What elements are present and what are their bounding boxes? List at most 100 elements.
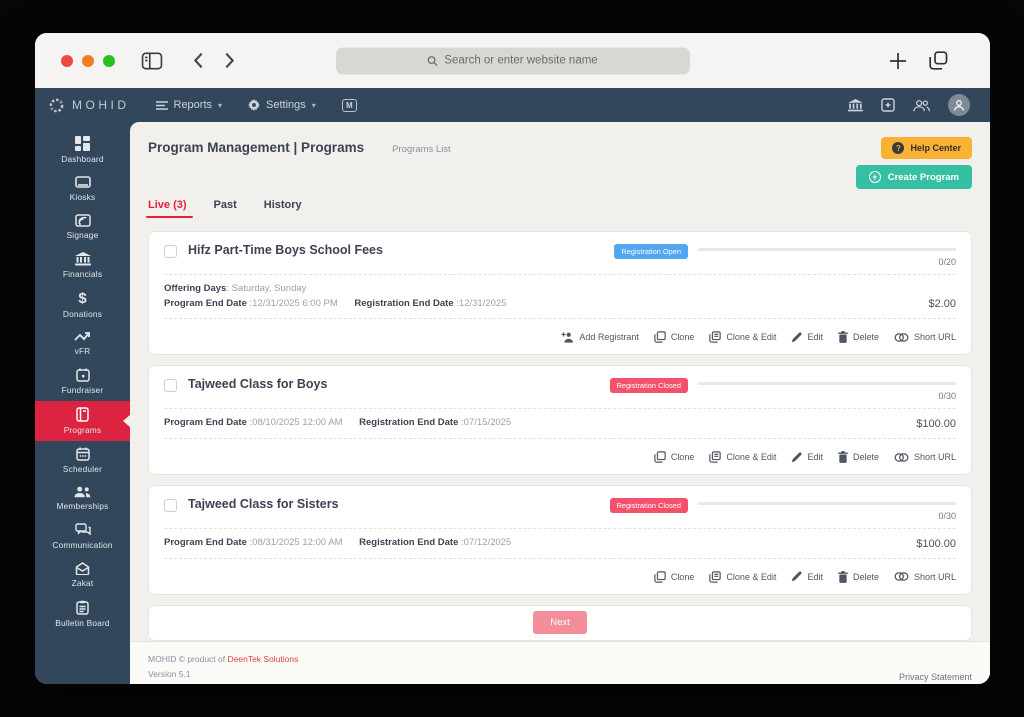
next-page-button[interactable]: Next xyxy=(533,611,587,635)
sidebar: Dashboard Kiosks Signage Financials $ Do… xyxy=(35,122,130,684)
privacy-statement-link[interactable]: Privacy Statement xyxy=(899,672,972,682)
back-button[interactable] xyxy=(193,52,204,69)
program-title: Hifz Part-Time Boys School Fees xyxy=(188,243,383,257)
tab-live[interactable]: Live (3) xyxy=(146,199,192,218)
edit-action[interactable]: Edit xyxy=(791,332,823,343)
delete-action[interactable]: Delete xyxy=(837,571,879,583)
trash-icon xyxy=(837,451,848,463)
sidebar-item-programs[interactable]: Programs xyxy=(35,401,130,441)
program-title: Tajweed Class for Sisters xyxy=(188,497,339,512)
reports-menu[interactable]: Reports ▾ xyxy=(155,99,223,111)
bank-icon xyxy=(74,252,91,266)
short-url-action[interactable]: Short URL xyxy=(894,452,956,462)
address-search-bar[interactable]: Search or enter website name xyxy=(335,47,690,74)
footer-version: Version 5.1 xyxy=(148,669,191,680)
settings-menu[interactable]: Settings ▾ xyxy=(248,99,316,111)
copy-document-icon xyxy=(709,451,722,463)
new-tab-icon[interactable] xyxy=(889,52,907,70)
program-card: Tajweed Class for Sisters Registration C… xyxy=(148,485,972,595)
book-icon xyxy=(76,407,89,422)
link-icon xyxy=(894,333,909,342)
program-tabs: Live (3) Past History xyxy=(146,199,972,218)
sidebar-item-fundraiser[interactable]: Fundraiser xyxy=(35,362,130,401)
sidebar-item-vfr[interactable]: vFR xyxy=(35,325,130,362)
zoom-window-button[interactable] xyxy=(103,54,115,67)
program-end-date: Program End Date :08/10/2025 12:00 AM xyxy=(164,417,343,429)
sidebar-item-bulletin-board[interactable]: Bulletin Board xyxy=(35,594,130,634)
tab-history[interactable]: History xyxy=(264,199,302,218)
breadcrumb: Programs List xyxy=(392,144,451,155)
sidebar-item-communication[interactable]: Communication xyxy=(35,517,130,556)
question-icon: ? xyxy=(892,142,905,154)
registration-progress-bar xyxy=(698,502,956,506)
clone-edit-action[interactable]: Clone & Edit xyxy=(709,451,776,463)
link-icon xyxy=(894,452,909,462)
company-link[interactable]: DeenTek Solutions xyxy=(228,654,299,664)
sidebar-item-financials[interactable]: Financials xyxy=(35,246,130,285)
users-icon[interactable] xyxy=(913,99,930,112)
delete-action[interactable]: Delete xyxy=(837,451,879,463)
edit-action[interactable]: Edit xyxy=(791,452,823,463)
footer-product: MOHID © product of DeenTek Solutions xyxy=(148,653,299,664)
program-checkbox[interactable] xyxy=(164,245,177,258)
registration-progress-bar xyxy=(698,248,956,251)
members-icon xyxy=(74,486,91,498)
delete-action[interactable]: Delete xyxy=(837,331,879,344)
help-center-button[interactable]: ? Help Center xyxy=(881,137,972,159)
tab-overview-icon[interactable] xyxy=(929,51,948,70)
trash-icon xyxy=(837,331,848,344)
minimize-window-button[interactable] xyxy=(82,54,94,67)
link-icon xyxy=(894,572,909,582)
person-plus-icon xyxy=(560,332,574,343)
chevron-down-icon: ▾ xyxy=(311,100,316,110)
registration-end-date: Registration End Date :07/12/2025 xyxy=(359,537,512,549)
clone-edit-action[interactable]: Clone & Edit xyxy=(709,331,776,344)
sidebar-item-memberships[interactable]: Memberships xyxy=(35,480,130,517)
sidebar-item-signage[interactable]: Signage xyxy=(35,208,130,246)
close-window-button[interactable] xyxy=(61,54,73,67)
short-url-action[interactable]: Short URL xyxy=(894,572,956,582)
forward-button[interactable] xyxy=(224,52,235,69)
create-program-button[interactable]: + Create Program xyxy=(855,165,972,189)
add-card-icon[interactable] xyxy=(881,98,895,112)
tab-past[interactable]: Past xyxy=(214,199,237,218)
plus-icon: + xyxy=(868,171,881,183)
copy-icon xyxy=(654,331,666,344)
mohid-logo-icon xyxy=(48,97,65,114)
chevron-down-icon: ▾ xyxy=(218,100,223,110)
clone-action[interactable]: Clone xyxy=(654,451,694,463)
pencil-icon xyxy=(791,452,802,463)
status-badge: Registration Closed xyxy=(609,498,688,514)
offering-days: Offering Days: Saturday, Sunday xyxy=(164,283,307,294)
dashboard-icon xyxy=(75,136,90,151)
clipboard-icon xyxy=(76,600,89,615)
sidebar-item-dashboard[interactable]: Dashboard xyxy=(35,130,130,170)
add-registrant-action[interactable]: Add Registrant xyxy=(560,332,639,343)
clone-action[interactable]: Clone xyxy=(654,571,694,583)
program-price: $100.00 xyxy=(916,537,956,550)
scheduler-calendar-icon xyxy=(75,447,90,461)
pagination-bar: Next xyxy=(148,604,972,641)
mohid-logo[interactable]: MOHID xyxy=(48,97,130,114)
profile-avatar[interactable] xyxy=(948,94,970,116)
app-navbar: MOHID Reports ▾ Settings ▾ M xyxy=(35,88,990,122)
sidebar-item-zakat[interactable]: Zakat xyxy=(35,556,130,594)
program-checkbox[interactable] xyxy=(164,379,177,393)
short-url-action[interactable]: Short URL xyxy=(894,332,956,342)
registration-end-date: Registration End Date :12/31/2025 xyxy=(354,297,507,309)
organization-icon[interactable] xyxy=(848,98,863,112)
status-badge: Registration Open xyxy=(614,244,688,259)
program-checkbox[interactable] xyxy=(164,499,177,513)
sidebar-item-donations[interactable]: $ Donations xyxy=(35,285,130,325)
registration-count: 0/30 xyxy=(938,391,956,402)
program-end-date: Program End Date :08/31/2025 12:00 AM xyxy=(164,537,343,549)
copy-document-icon xyxy=(709,571,722,583)
edit-action[interactable]: Edit xyxy=(791,571,823,582)
sidebar-item-scheduler[interactable]: Scheduler xyxy=(35,441,130,480)
masjid-app-icon[interactable]: M xyxy=(341,98,357,112)
sidebar-toggle-icon[interactable] xyxy=(141,52,163,70)
clone-edit-action[interactable]: Clone & Edit xyxy=(709,571,776,583)
clone-action[interactable]: Clone xyxy=(654,331,694,344)
sidebar-item-kiosks[interactable]: Kiosks xyxy=(35,170,130,208)
registration-count: 0/20 xyxy=(938,257,956,267)
